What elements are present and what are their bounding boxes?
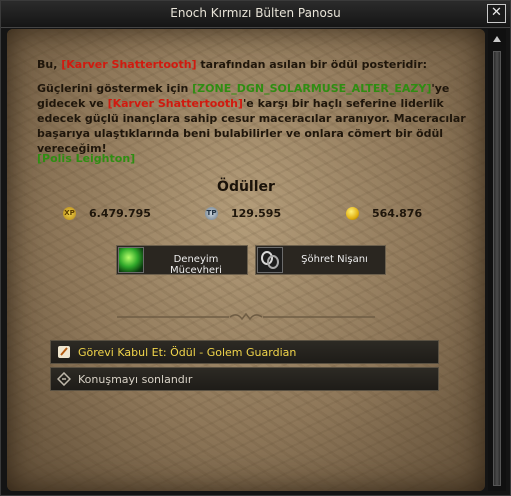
- title-bar[interactable]: Enoch Kırmızı Bülten Panosu ✕: [1, 1, 510, 28]
- reward-item-experience-gem[interactable]: Deneyim Mücevheri: [116, 245, 248, 276]
- quest-description: Güçlerini göstermek için [ZONE_DGN_SOLAR…: [37, 81, 467, 156]
- npc-signature[interactable]: [Polis Leighton]: [37, 151, 135, 166]
- end-dialog-icon: [57, 372, 71, 386]
- window-title: Enoch Kırmızı Bülten Panosu: [170, 6, 341, 20]
- end-conversation-label: Konuşmayı sonlandır: [78, 373, 193, 386]
- reward-item-label: Şöhret Nişanı: [301, 254, 368, 265]
- scrollbar-thumb[interactable]: [493, 51, 501, 486]
- xp-value: 6.479.795: [89, 207, 151, 220]
- tp-icon: TP: [205, 207, 218, 220]
- accept-quest-button[interactable]: Görevi Kabul Et: Ödül - Golem Guardian: [50, 340, 439, 364]
- npc-link-karver-2[interactable]: [Karver Shattertooth]: [108, 97, 243, 110]
- rewards-heading: Ödüller: [217, 179, 275, 195]
- end-conversation-button[interactable]: Konuşmayı sonlandır: [50, 367, 439, 391]
- reward-item-label: Deneyim Mücevheri: [170, 254, 222, 276]
- chain-ring-icon: [257, 247, 283, 273]
- tp-value: 129.595: [231, 207, 282, 220]
- xp-icon: XP: [63, 207, 76, 220]
- scroll-up-arrow-icon[interactable]: [491, 32, 503, 46]
- bulletin-window: Enoch Kırmızı Bülten Panosu ✕ Bu, [Karve…: [0, 0, 511, 496]
- intro-prefix: Bu,: [37, 58, 62, 71]
- parchment-panel: Bu, [Karver Shattertooth] tarafından ası…: [7, 29, 485, 491]
- intro-suffix: tarafından asılan bir ödül posteridir:: [196, 58, 428, 71]
- npc-link-karver[interactable]: [Karver Shattertooth]: [61, 58, 196, 71]
- reward-item-reputation-badge[interactable]: Şöhret Nişanı: [255, 245, 386, 275]
- zone-link[interactable]: [ZONE_DGN_SOLARMUSE_ALTER_EAZY]: [192, 82, 431, 95]
- gold-value: 564.876: [372, 207, 423, 220]
- close-button[interactable]: ✕: [487, 4, 506, 23]
- quest-scroll-icon: [58, 346, 70, 358]
- green-gem-icon: [118, 247, 144, 273]
- desc-part-a: Güçlerini göstermek için: [37, 82, 193, 95]
- intro-text: Bu, [Karver Shattertooth] tarafından ası…: [37, 57, 467, 72]
- close-icon: ✕: [491, 5, 502, 20]
- gold-coin-icon: [346, 207, 359, 220]
- accept-quest-label: Görevi Kabul Et: Ödül - Golem Guardian: [78, 346, 297, 359]
- ornament-divider: [117, 312, 375, 321]
